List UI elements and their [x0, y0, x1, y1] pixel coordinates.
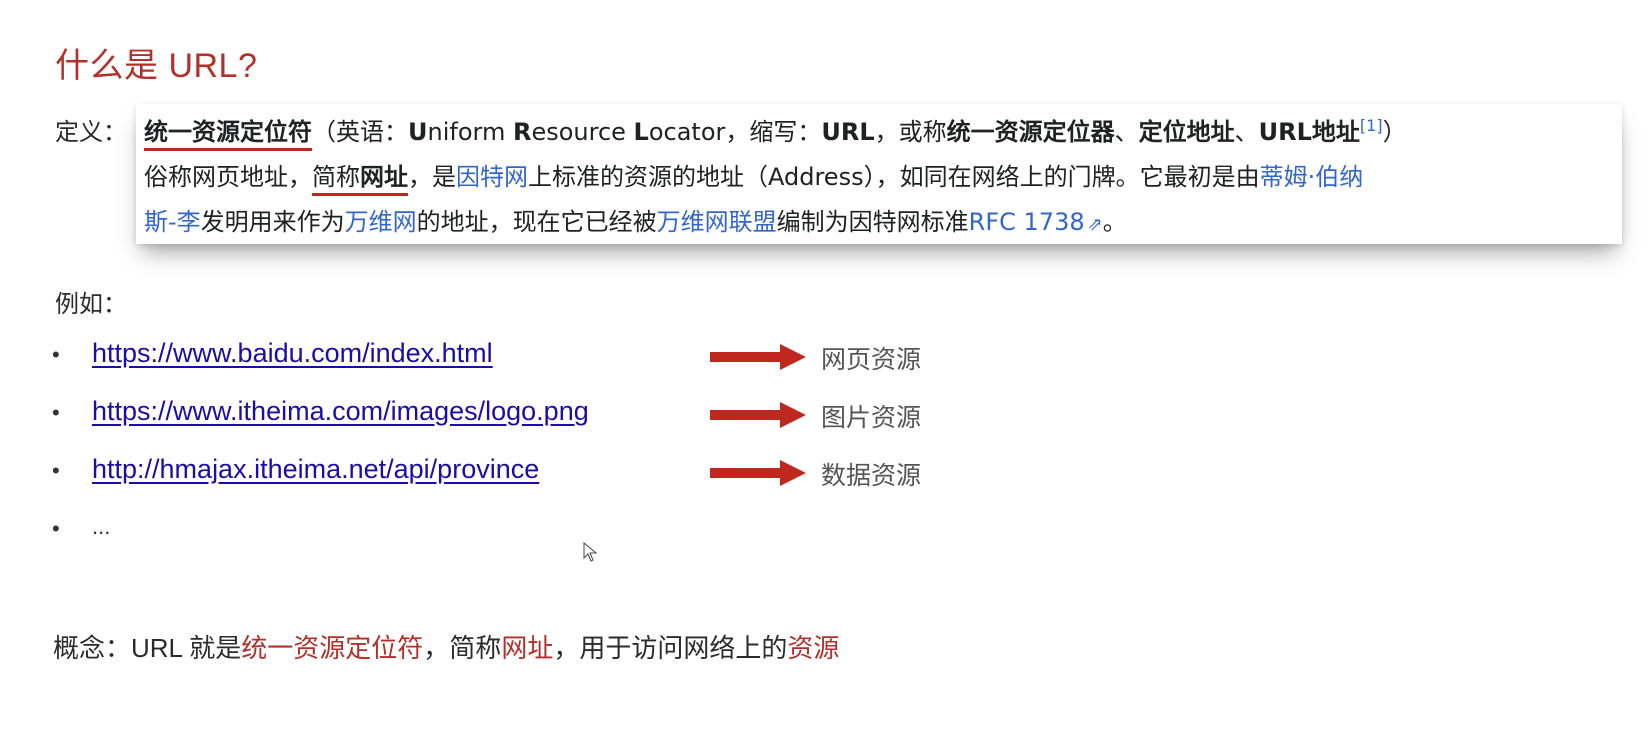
term-alt-1: 统一资源定位器	[946, 118, 1115, 146]
term-alt-2: 定位地址	[1138, 118, 1235, 146]
concept-text: ，简称	[423, 633, 502, 663]
right-arrow-icon	[710, 460, 806, 486]
definition-card: 统一资源定位符（英语：Uniform Resource Locator，缩写：U…	[136, 104, 1622, 244]
def-text: ocator，缩写：	[648, 118, 822, 146]
def-text: 编制为因特网标准	[776, 208, 969, 236]
concept-text: ，用于访问网络上的	[553, 633, 788, 663]
mouse-pointer-icon	[583, 542, 597, 562]
def-text: 简称	[312, 163, 360, 191]
page-title: 什么是 URL?	[55, 47, 258, 85]
def-text: 上标准的资源的地址（Address），如同在网络上的门牌。它最初是由	[528, 163, 1260, 191]
resource-type-label: 网页资源	[821, 346, 922, 374]
def-text: esource	[531, 118, 634, 146]
def-text: 发明用来作为	[200, 208, 345, 236]
internet-link[interactable]: 因特网	[456, 163, 528, 191]
bullet-icon: •	[52, 516, 60, 541]
def-text: niform	[427, 118, 513, 146]
concept-highlight-term: 统一资源定位符	[241, 633, 424, 663]
concept-text: 概念：URL 就是	[53, 633, 242, 663]
def-text: U	[408, 118, 428, 146]
examples-label: 例如：	[55, 291, 127, 318]
def-text: ，或称	[874, 118, 947, 146]
def-text: ，是	[408, 163, 456, 191]
tbl-link[interactable]: 蒂姆·伯纳	[1260, 163, 1364, 191]
def-text: L	[633, 118, 649, 146]
list-item: • ...	[50, 508, 1010, 566]
external-link-icon: ⇗	[1087, 214, 1103, 235]
term-wangzhi: 网址	[360, 163, 408, 191]
concept-highlight-short: 网址	[501, 633, 554, 663]
rfc-link[interactable]: RFC 1738	[969, 208, 1085, 236]
definition-line-1: 统一资源定位符（英语：Uniform Resource Locator，缩写：U…	[144, 110, 1614, 155]
bullet-icon: •	[52, 458, 60, 483]
list-item: • https://www.baidu.com/index.html 网页资源	[50, 334, 1010, 392]
example-url-link[interactable]: https://www.itheima.com/images/logo.png	[92, 396, 589, 427]
example-url-link[interactable]: https://www.baidu.com/index.html	[92, 338, 493, 369]
more-ellipsis: ...	[92, 514, 111, 539]
w3c-link[interactable]: 万维网联盟	[657, 208, 777, 236]
def-text: R	[512, 118, 532, 146]
definition-line-3: 斯-李发明用来作为万维网的地址，现在它已经被万维网联盟编制为因特网标准RFC 1…	[144, 200, 1614, 244]
term-main: 统一资源定位符	[144, 118, 312, 151]
def-text: 俗称网页地址，	[144, 163, 312, 191]
tbl-link-cont[interactable]: 斯-李	[144, 208, 201, 236]
right-arrow-icon	[710, 344, 806, 370]
resource-type-label: 数据资源	[821, 462, 922, 490]
concept-statement: 概念：URL 就是统一资源定位符，简称网址，用于访问网络上的资源	[53, 628, 839, 665]
term-alt-3: URL地址	[1258, 118, 1360, 146]
bullet-icon: •	[52, 400, 60, 425]
resource-type-label: 图片资源	[821, 404, 922, 432]
def-text: 、	[1234, 118, 1259, 146]
definition-line-2: 俗称网页地址，简称网址，是因特网上标准的资源的地址（Address），如同在网络…	[144, 155, 1614, 200]
right-arrow-icon	[710, 402, 806, 428]
def-text: 。	[1102, 208, 1127, 236]
def-text: 的地址，现在它已经被	[416, 208, 657, 236]
def-text: （英语：	[312, 118, 408, 146]
www-link[interactable]: 万维网	[345, 208, 417, 236]
concept-highlight-resource: 资源	[787, 633, 840, 663]
term-short: 简称网址	[312, 163, 408, 196]
list-item: • http://hmajax.itheima.net/api/province…	[50, 450, 1010, 508]
def-text: ）	[1382, 118, 1407, 146]
examples-list: • https://www.baidu.com/index.html 网页资源 …	[50, 334, 1010, 566]
def-text: 、	[1114, 118, 1139, 146]
reference-link[interactable]: [1]	[1360, 116, 1383, 135]
example-url-link[interactable]: http://hmajax.itheima.net/api/province	[92, 454, 539, 485]
definition-label: 定义：	[55, 119, 127, 146]
bullet-icon: •	[52, 342, 60, 367]
list-item: • https://www.itheima.com/images/logo.pn…	[50, 392, 1010, 450]
term-abbr: URL	[821, 118, 875, 146]
